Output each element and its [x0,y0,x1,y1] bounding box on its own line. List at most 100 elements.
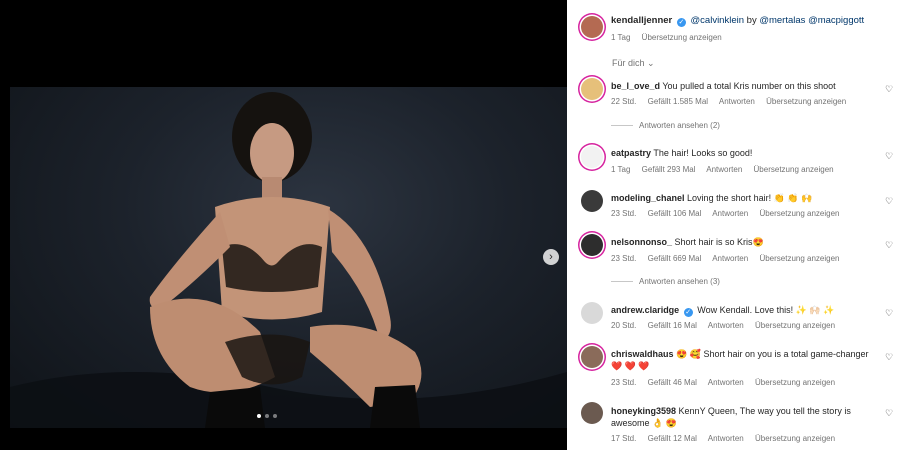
chevron-right-icon: › [549,250,553,263]
caption-meta: 1 Tag Übersetzung anzeigen [611,33,731,42]
comment-time: 20 Std. [611,321,637,330]
instagram-post-view: › kendalljenner ✓ @calvinklein by @merta… [0,0,900,450]
author-avatar[interactable] [581,16,603,38]
comment-text: eatpastry The hair! Looks so good! [611,147,876,159]
comment-translate[interactable]: Übersetzung anzeigen [755,434,835,443]
carousel-next-button[interactable]: › [543,249,559,265]
heart-icon[interactable]: ♡ [885,240,893,251]
mention-1[interactable]: @mertalas [759,15,805,26]
carousel-dots [257,414,277,418]
heart-icon[interactable]: ♡ [885,151,893,162]
comment-body: Short hair is so Kris😍 [674,237,764,247]
comment-meta: 1 Tag Gefällt 293 Mal Antworten Übersetz… [611,165,843,174]
comment-username[interactable]: chriswaldhaus [611,349,674,359]
heart-icon[interactable]: ♡ [885,308,893,319]
view-replies-label: Antworten ansehen (3) [639,277,720,286]
view-replies[interactable]: Antworten ansehen (3) [611,277,720,286]
caption-line: kendalljenner ✓ @calvinklein by @mertala… [611,15,864,27]
caption-time: 1 Tag [611,33,631,42]
comment-username[interactable]: eatpastry [611,148,651,158]
comment-translate[interactable]: Übersetzung anzeigen [759,254,839,263]
comment-meta: 23 Std. Gefällt 46 Mal Antworten Überset… [611,378,844,387]
comment-meta: 23 Std. Gefällt 669 Mal Antworten Überse… [611,254,849,263]
comment-translate[interactable]: Übersetzung anzeigen [754,165,834,174]
caption-translate[interactable]: Übersetzung anzeigen [642,33,722,42]
comment-avatar[interactable] [581,402,603,424]
verified-badge-icon: ✓ [683,308,693,317]
heart-icon[interactable]: ♡ [885,196,893,207]
comment-body: Wow Kendall. Love this! ✨ 🙌🏻 ✨ [697,305,835,315]
mention-2[interactable]: @macpiggott [808,15,864,26]
comment-avatar[interactable] [581,302,603,324]
comment-time: 22 Std. [611,97,637,106]
comment-time: 1 Tag [611,165,631,174]
comment-meta: 22 Std. Gefällt 1.585 Mal Antworten Über… [611,97,855,106]
comment-likes[interactable]: Gefällt 46 Mal [648,378,697,387]
comment-username[interactable]: nelsonnonso_ [611,237,672,247]
comment-username[interactable]: be_l_ove_d [611,81,660,91]
comment-text: chriswaldhaus 😍 🥰 Short hair on you is a… [611,348,876,372]
comment-translate[interactable]: Übersetzung anzeigen [755,378,835,387]
comment-reply[interactable]: Antworten [708,434,744,443]
comment-translate[interactable]: Übersetzung anzeigen [755,321,835,330]
comment-likes[interactable]: Gefällt 1.585 Mal [648,97,708,106]
comment-avatar[interactable] [581,146,603,168]
sort-label: Für dich [612,58,645,68]
comment-avatar[interactable] [581,234,603,256]
divider-line [611,281,633,282]
comment-likes[interactable]: Gefällt 16 Mal [648,321,697,330]
author-username[interactable]: kendalljenner [611,15,672,26]
comment-text: andrew.claridge ✓ Wow Kendall. Love this… [611,304,876,317]
caption-by: by [746,15,757,26]
carousel-dot [265,414,269,418]
comment-time: 17 Std. [611,434,637,443]
comment-text: be_l_ove_d You pulled a total Kris numbe… [611,80,876,92]
comment-avatar[interactable] [581,346,603,368]
comment-text: modeling_chanel Loving the short hair! 👏… [611,192,876,204]
post-media: › [0,0,567,450]
heart-icon[interactable]: ♡ [885,352,893,363]
comment-meta: 20 Std. Gefällt 16 Mal Antworten Überset… [611,321,844,330]
verified-badge-icon: ✓ [676,18,686,27]
comment-avatar[interactable] [581,78,603,100]
comment-text: nelsonnonso_ Short hair is so Kris😍 [611,236,876,248]
comment-reply[interactable]: Antworten [712,254,748,263]
comment-username[interactable]: honeyking3598 [611,406,676,416]
comment-likes[interactable]: Gefällt 106 Mal [648,209,702,218]
comment-meta: 23 Std. Gefällt 106 Mal Antworten Überse… [611,209,849,218]
comment-time: 23 Std. [611,209,637,218]
comment-meta: 17 Std. Gefällt 12 Mal Antworten Überset… [611,434,844,443]
heart-icon[interactable]: ♡ [885,84,893,95]
comment-translate[interactable]: Übersetzung anzeigen [766,97,846,106]
comment-body: Loving the short hair! 👏 👏 🙌 [687,193,813,203]
comment-reply[interactable]: Antworten [706,165,742,174]
heart-icon[interactable]: ♡ [885,408,893,419]
comment-time: 23 Std. [611,254,637,263]
carousel-dot [257,414,261,418]
comment-body: The hair! Looks so good! [653,148,753,158]
chevron-down-icon: ⌄ [647,58,655,68]
comment-avatar[interactable] [581,190,603,212]
carousel-dot [273,414,277,418]
comments-panel: kendalljenner ✓ @calvinklein by @mertala… [567,0,900,450]
comment-likes[interactable]: Gefällt 12 Mal [648,434,697,443]
comment-time: 23 Std. [611,378,637,387]
comment-text: honeyking3598 KennY Queen, The way you t… [611,405,876,429]
comment-reply[interactable]: Antworten [708,378,744,387]
comment-likes[interactable]: Gefällt 669 Mal [648,254,702,263]
comment-username[interactable]: andrew.claridge [611,305,679,315]
view-replies-label: Antworten ansehen (2) [639,121,720,130]
divider-line [611,125,633,126]
post-photo [10,87,567,428]
comment-body: You pulled a total Kris number on this s… [662,81,836,91]
comment-username[interactable]: modeling_chanel [611,193,685,203]
mention-brand[interactable]: @calvinklein [691,15,744,26]
comment-translate[interactable]: Übersetzung anzeigen [759,209,839,218]
photo-illustration [10,92,567,428]
comment-reply[interactable]: Antworten [708,321,744,330]
comment-reply[interactable]: Antworten [712,209,748,218]
view-replies[interactable]: Antworten ansehen (2) [611,121,720,130]
sort-dropdown[interactable]: Für dich ⌄ [612,58,655,69]
comment-reply[interactable]: Antworten [719,97,755,106]
comment-likes[interactable]: Gefällt 293 Mal [642,165,696,174]
